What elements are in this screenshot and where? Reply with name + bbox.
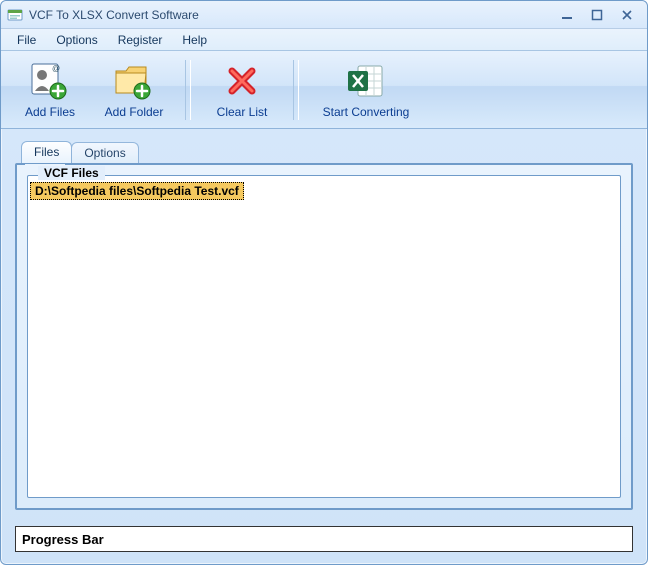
progress-label: Progress Bar [22,532,104,547]
excel-icon [344,61,388,101]
vcf-files-list-body[interactable]: D:\Softpedia files\Softpedia Test.vcf [28,176,620,497]
add-files-button[interactable]: @ Add Files [11,55,89,125]
window-frame: VCF To XLSX Convert Software File Option… [0,0,648,565]
menu-options[interactable]: Options [46,31,107,49]
menu-file[interactable]: File [7,31,46,49]
svg-text:@: @ [52,64,60,73]
vcf-files-list: VCF Files D:\Softpedia files\Softpedia T… [27,175,621,498]
window-controls [557,8,637,22]
add-folder-label: Add Folder [105,105,164,119]
clear-list-button[interactable]: Clear List [203,55,281,125]
toolbar-separator [185,60,191,120]
menubar: File Options Register Help [1,29,647,51]
list-item[interactable]: D:\Softpedia files\Softpedia Test.vcf [30,182,244,200]
toolbar: @ Add Files Add Folder [1,51,647,129]
close-button[interactable] [617,8,637,22]
tab-strip: Files Options [15,139,633,163]
client-area: Files Options VCF Files D:\Softpedia fil… [1,129,647,520]
folder-add-icon [112,61,156,101]
clear-icon [220,61,264,101]
maximize-button[interactable] [587,8,607,22]
progress-bar: Progress Bar [15,526,633,552]
start-converting-button[interactable]: Start Converting [311,55,421,125]
start-converting-label: Start Converting [323,105,410,119]
toolbar-separator [293,60,299,120]
menu-register[interactable]: Register [108,31,173,49]
contact-add-icon: @ [28,61,72,101]
vcf-files-legend: VCF Files [38,166,105,180]
app-icon [7,7,23,23]
add-files-label: Add Files [25,105,75,119]
minimize-button[interactable] [557,8,577,22]
add-folder-button[interactable]: Add Folder [95,55,173,125]
titlebar[interactable]: VCF To XLSX Convert Software [1,1,647,29]
tab-files[interactable]: Files [21,141,72,163]
menu-help[interactable]: Help [172,31,217,49]
tab-options[interactable]: Options [71,142,138,163]
window-title: VCF To XLSX Convert Software [29,8,557,22]
tab-panel-files: VCF Files D:\Softpedia files\Softpedia T… [15,163,633,510]
clear-list-label: Clear List [217,105,268,119]
